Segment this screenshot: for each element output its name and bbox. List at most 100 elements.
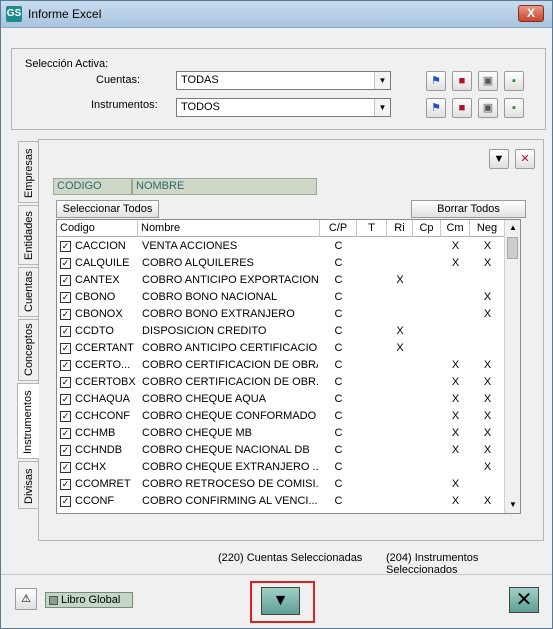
row-codigo: CBONOX [75,308,123,320]
cuentas-flag-icon[interactable]: ⚑ [426,71,446,91]
tab-divisas[interactable]: Divisas [18,461,38,509]
grid-header: Codigo Nombre C/P T Ri Cp Cm Neg [57,220,505,237]
row-checkbox[interactable]: ✓ [60,326,71,337]
close-button[interactable]: X [518,5,544,22]
cuentas-excel-icon[interactable]: ▪ [504,71,524,91]
row-checkbox[interactable]: ✓ [60,377,71,388]
row-nombre: COBRO ANTICIPO EXPORTACION [142,274,318,286]
row-checkbox[interactable]: ✓ [60,275,71,286]
row-codigo: CCERTOBX [75,376,136,388]
row-checkbox[interactable]: ✓ [60,428,71,439]
col-nombre[interactable]: Nombre [138,220,320,237]
row-codigo: CCHCONF [75,410,130,422]
tab-instrumentos[interactable]: Instrumentos [17,383,39,459]
row-cm: X [451,359,460,371]
table-row[interactable]: ✓ CCHAQUA COBRO CHEQUE AQUA C X X [57,391,505,408]
row-nombre: COBRO CHEQUE EXTRANJERO ... [142,461,318,473]
title-bar: GS Informe Excel X [1,1,552,28]
chevron-down-icon[interactable]: ▼ [374,72,390,89]
table-row[interactable]: ✓ CALQUILE COBRO ALQUILERES C X X [57,255,505,272]
select-all-button[interactable]: Seleccionar Todos [56,200,159,218]
row-cm: X [451,257,460,269]
row-checkbox[interactable]: ✓ [60,258,71,269]
row-cp: C [334,359,343,371]
table-row[interactable]: ✓ CCOMRET COBRO RETROCESO DE COMISI... C X [57,476,505,493]
tab-entidades[interactable]: Entidades [18,205,38,265]
row-nombre: COBRO CONFIRMING AL VENCI... [142,495,318,507]
row-nombre: COBRO CHEQUE AQUA [142,393,267,405]
tab-conceptos[interactable]: Conceptos [18,319,38,381]
table-row[interactable]: ✓ CACCION VENTA ACCIONES C X X [57,238,505,255]
row-cm: X [451,495,460,507]
row-checkbox[interactable]: ✓ [60,343,71,354]
cuentas-trash-icon[interactable]: ▣ [478,71,498,91]
row-ri: X [396,274,404,286]
instrumentos-save-icon[interactable]: ■ [452,98,472,118]
row-cp: C [334,274,343,286]
table-row[interactable]: ✓ CCERTANT COBRO ANTICIPO CERTIFICACION C X [57,340,505,357]
row-nombre: COBRO CHEQUE CONFORMADO [142,410,317,422]
cuentas-save-icon[interactable]: ■ [452,71,472,91]
table-row[interactable]: ✓ CCERTO... COBRO CERTIFICACION DE OBRA C X X [57,357,505,374]
table-row[interactable]: ✓ CCERTOBX COBRO CERTIFICACION DE OBR... C X… [57,374,505,391]
cancel-button[interactable]: ✕ [509,587,539,613]
instrumentos-trash-icon[interactable]: ▣ [478,98,498,118]
cuentas-select[interactable]: TODAS ▼ [176,71,391,90]
export-down-button[interactable]: ▼ [261,587,300,615]
cuentas-label: Cuentas: [96,74,141,86]
chevron-down-icon[interactable]: ▼ [374,99,390,116]
scroll-up-icon[interactable]: ▲ [505,220,520,236]
row-checkbox[interactable]: ✓ [60,292,71,303]
table-row[interactable]: ✓ CCHX COBRO CHEQUE EXTRANJERO ... C X [57,459,505,476]
col-cp2[interactable]: Cp [413,220,441,237]
warning-icon[interactable]: ⚠ [15,588,37,610]
instrumentos-flag-icon[interactable]: ⚑ [426,98,446,118]
tab-cuentas[interactable]: Cuentas [18,267,38,317]
row-checkbox[interactable]: ✓ [60,309,71,320]
row-cm: X [451,478,460,490]
row-codigo: CALQUILE [75,257,130,269]
grid-scrollbar[interactable]: ▲ ▼ [504,220,520,513]
row-nombre: COBRO BONO NACIONAL [142,291,278,303]
row-checkbox[interactable]: ✓ [60,360,71,371]
row-cp: C [334,478,343,490]
scroll-down-icon[interactable]: ▼ [505,497,520,513]
codigo-filter-header[interactable]: CODIGO [53,178,132,195]
row-cp: C [334,342,343,354]
row-cp: C [334,461,343,473]
table-row[interactable]: ✓ CANTEX COBRO ANTICIPO EXPORTACION C X [57,272,505,289]
clear-all-button[interactable]: Borrar Todos [411,200,526,218]
col-cm[interactable]: Cm [441,220,470,237]
nombre-filter-header[interactable]: NOMBRE [132,178,317,195]
table-row[interactable]: ✓ CCDTO DISPOSICION CREDITO C X [57,323,505,340]
clear-filter-icon[interactable]: ✕ [515,149,535,169]
row-checkbox[interactable]: ✓ [60,241,71,252]
row-nombre: COBRO CHEQUE NACIONAL DB [142,444,310,456]
row-nombre: DISPOSICION CREDITO [142,325,267,337]
instrumentos-select[interactable]: TODOS ▼ [176,98,391,117]
col-codigo[interactable]: Codigo [57,220,138,237]
table-row[interactable]: ✓ CCHNDB COBRO CHEQUE NACIONAL DB C X X [57,442,505,459]
row-cm: X [451,410,460,422]
col-cp[interactable]: C/P [320,220,357,237]
table-row[interactable]: ✓ CCHCONF COBRO CHEQUE CONFORMADO C X X [57,408,505,425]
table-row[interactable]: ✓ CCHMB COBRO CHEQUE MB C X X [57,425,505,442]
row-checkbox[interactable]: ✓ [60,411,71,422]
row-checkbox[interactable]: ✓ [60,394,71,405]
row-cp: C [334,444,343,456]
row-checkbox[interactable]: ✓ [60,496,71,507]
table-row[interactable]: ✓ CCONF COBRO CONFIRMING AL VENCI... C X X [57,493,505,510]
row-cp: C [334,291,343,303]
row-checkbox[interactable]: ✓ [60,462,71,473]
table-row[interactable]: ✓ CBONOX COBRO BONO EXTRANJERO C X [57,306,505,323]
col-neg[interactable]: Neg [470,220,505,237]
instrumentos-excel-icon[interactable]: ▪ [504,98,524,118]
col-ri[interactable]: Ri [387,220,413,237]
col-t[interactable]: T [357,220,387,237]
table-row[interactable]: ✓ CBONO COBRO BONO NACIONAL C X [57,289,505,306]
row-checkbox[interactable]: ✓ [60,479,71,490]
tab-empresas[interactable]: Empresas [18,141,38,203]
filter-icon[interactable]: ▼ [489,149,509,169]
row-checkbox[interactable]: ✓ [60,445,71,456]
scroll-thumb[interactable] [507,237,518,259]
